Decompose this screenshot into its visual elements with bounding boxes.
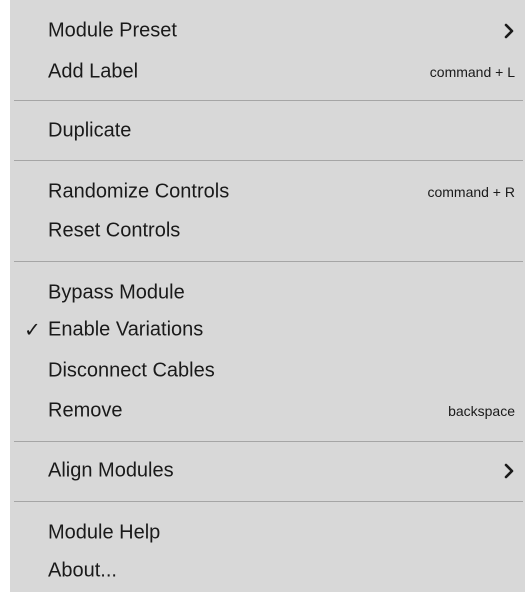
shortcut-hint: command + L [429,64,515,80]
shortcut-hint: command + R [427,184,515,200]
context-menu: Module Preset Add Label command + L Dupl… [10,0,525,592]
menu-item-randomize-controls[interactable]: Randomize Controls command + R [10,172,525,212]
menu-item-label: Module Help [48,521,161,544]
menu-separator [14,160,523,161]
menu-item-label: Align Modules [48,459,174,482]
menu-item-label: Remove [48,399,123,422]
menu-separator [14,501,523,502]
menu-item-module-preset[interactable]: Module Preset [10,11,525,51]
menu-separator [14,100,523,101]
menu-item-about[interactable]: About... [10,551,525,591]
menu-item-reset-controls[interactable]: Reset Controls [10,211,525,251]
menu-item-remove[interactable]: Remove backspace [10,391,525,431]
menu-item-bypass-module[interactable]: Bypass Module [10,273,525,313]
menu-item-label: Enable Variations [48,318,204,341]
menu-item-label: About... [48,559,117,582]
menu-item-align-modules[interactable]: Align Modules [10,451,525,491]
menu-item-duplicate[interactable]: Duplicate [10,111,525,151]
menu-item-label: Module Preset [48,19,177,42]
chevron-right-icon [504,463,514,479]
checkmark-icon: ✓ [24,319,41,342]
menu-item-module-help[interactable]: Module Help [10,513,525,553]
menu-separator [14,261,523,262]
menu-item-label: Disconnect Cables [48,359,215,382]
menu-item-label: Add Label [48,60,139,83]
menu-item-add-label[interactable]: Add Label command + L [10,52,525,92]
menu-item-enable-variations[interactable]: ✓ Enable Variations [10,310,525,350]
shortcut-hint: backspace [448,403,515,419]
menu-separator [14,441,523,442]
menu-item-label: Bypass Module [48,281,185,304]
menu-item-disconnect-cables[interactable]: Disconnect Cables [10,351,525,391]
chevron-right-icon [504,23,514,39]
menu-item-label: Duplicate [48,119,132,142]
menu-item-label: Reset Controls [48,219,181,242]
menu-item-label: Randomize Controls [48,180,230,203]
